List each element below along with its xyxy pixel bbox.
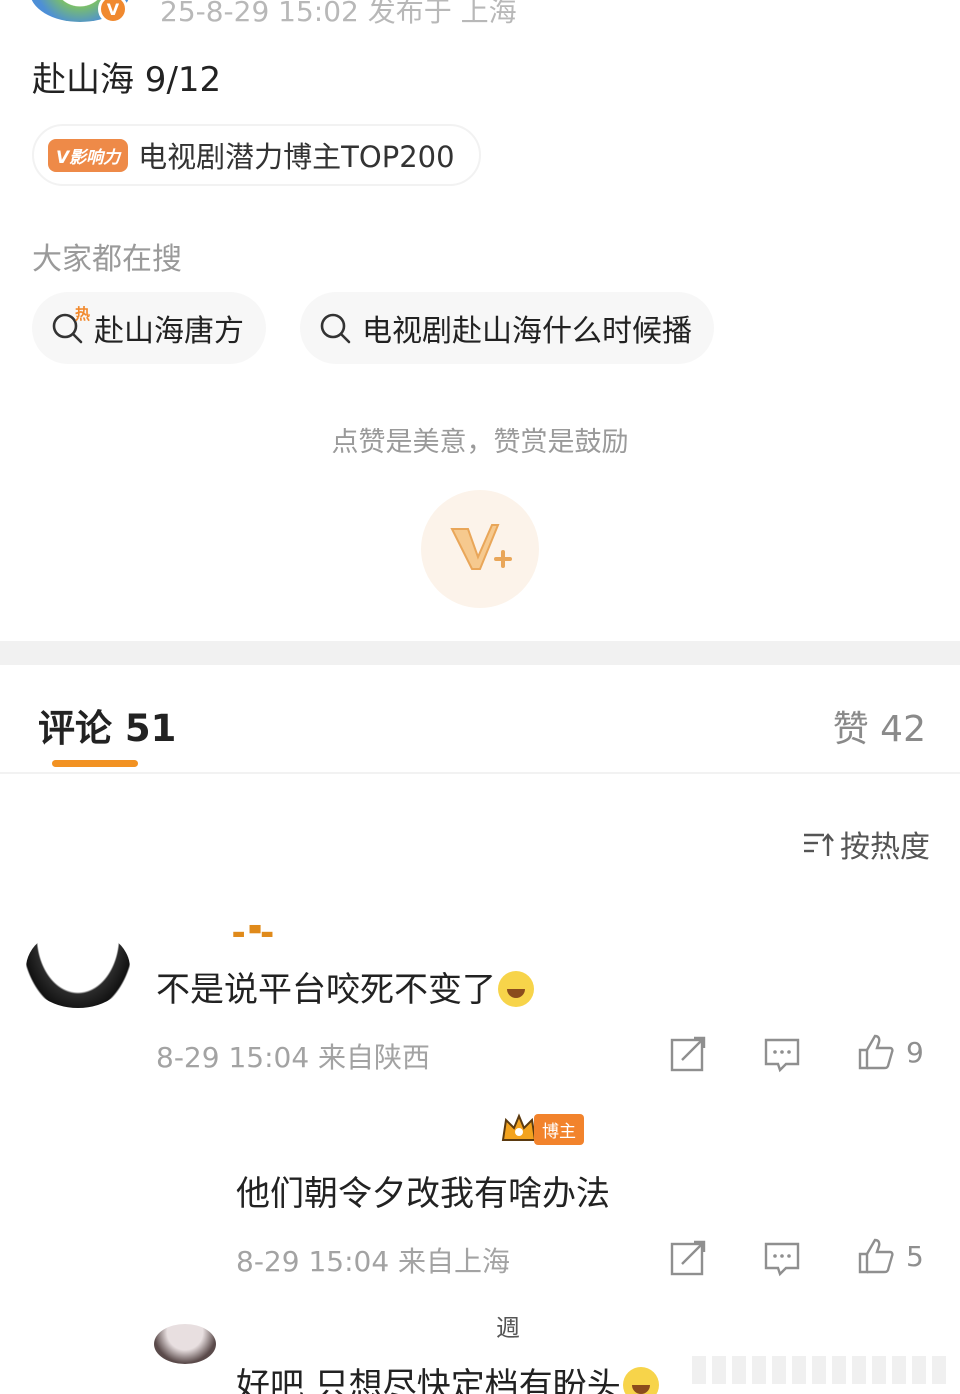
share-icon bbox=[670, 1240, 706, 1276]
reply-button[interactable] bbox=[762, 1034, 802, 1074]
search-icon bbox=[318, 311, 352, 345]
like-count: 9 bbox=[906, 1035, 924, 1069]
reply-button[interactable] bbox=[762, 1238, 802, 1278]
share-button[interactable] bbox=[668, 1238, 708, 1278]
blogger-label: 博主 bbox=[534, 1113, 584, 1145]
like-count: 5 bbox=[906, 1239, 924, 1273]
search-section-title: 大家都在搜 bbox=[32, 242, 182, 277]
search-chip-label: 赴山海唐方 bbox=[94, 314, 244, 349]
post-meta: 25-8-29 15:02 发布于 上海 bbox=[160, 0, 517, 28]
section-divider bbox=[0, 641, 960, 665]
thumbs-up-icon bbox=[858, 1034, 894, 1070]
comment-meta: 8-29 15:04 来自陕西 bbox=[156, 1041, 431, 1074]
comment-avatar[interactable] bbox=[26, 928, 130, 1008]
sort-label: 按热度 bbox=[840, 830, 930, 865]
username-fragment: 週 bbox=[496, 1314, 520, 1342]
watermark bbox=[692, 1356, 952, 1384]
thumbs-up-icon bbox=[858, 1238, 894, 1274]
influence-badge: V影响力 bbox=[48, 138, 129, 172]
influence-label: 电视剧潜力博主TOP200 bbox=[138, 140, 455, 174]
like-button[interactable]: 5 bbox=[856, 1236, 924, 1276]
reply-meta: 8-29 15:04 来自上海 bbox=[236, 1245, 511, 1278]
comment-icon bbox=[764, 1242, 800, 1277]
reply-text: 好吧 只想尽快定档有盼头 bbox=[236, 1358, 659, 1394]
influence-tag[interactable]: V影响力 电视剧潜力博主TOP200 bbox=[32, 124, 481, 186]
share-button[interactable] bbox=[668, 1034, 708, 1074]
sort-button[interactable]: 按热度 bbox=[802, 822, 930, 866]
tab-comments[interactable]: 评论 51 bbox=[38, 698, 176, 752]
crown-icon bbox=[501, 1113, 537, 1141]
username-fragment: ▬ ▀▬ bbox=[232, 926, 274, 942]
post-text: 赴山海 9/12 bbox=[32, 60, 222, 100]
reply-avatar[interactable] bbox=[154, 1324, 216, 1364]
comment-icon bbox=[764, 1038, 800, 1073]
emoji-icon bbox=[622, 1367, 659, 1394]
reward-tip: 点赞是美意，赞赏是鼓励 bbox=[331, 427, 629, 458]
search-chip-label: 电视剧赴山海什么时候播 bbox=[362, 314, 692, 349]
hot-search-icon: 热 bbox=[50, 305, 90, 345]
search-chip-2[interactable]: 电视剧赴山海什么时候播 bbox=[300, 292, 714, 364]
blogger-badge: 博主 bbox=[500, 1112, 584, 1146]
like-button[interactable]: 9 bbox=[856, 1032, 924, 1072]
hot-mark: 热 bbox=[74, 305, 90, 323]
active-tab-indicator bbox=[52, 760, 138, 767]
comment-text: 不是说平台咬死不变了 bbox=[156, 962, 534, 1011]
tabs-divider bbox=[0, 772, 960, 774]
share-icon bbox=[670, 1036, 706, 1072]
sort-icon bbox=[804, 833, 834, 856]
laughing-tears-emoji-icon bbox=[498, 971, 534, 1007]
reward-v-plus-icon bbox=[450, 524, 512, 570]
reply-text: 他们朝令夕改我有啥办法 bbox=[236, 1174, 610, 1214]
search-chip-1[interactable]: 热 赴山海唐方 bbox=[32, 292, 266, 364]
reward-button[interactable] bbox=[421, 490, 539, 608]
tab-likes[interactable]: 赞 42 bbox=[833, 700, 926, 752]
verified-badge: V bbox=[98, 0, 128, 24]
